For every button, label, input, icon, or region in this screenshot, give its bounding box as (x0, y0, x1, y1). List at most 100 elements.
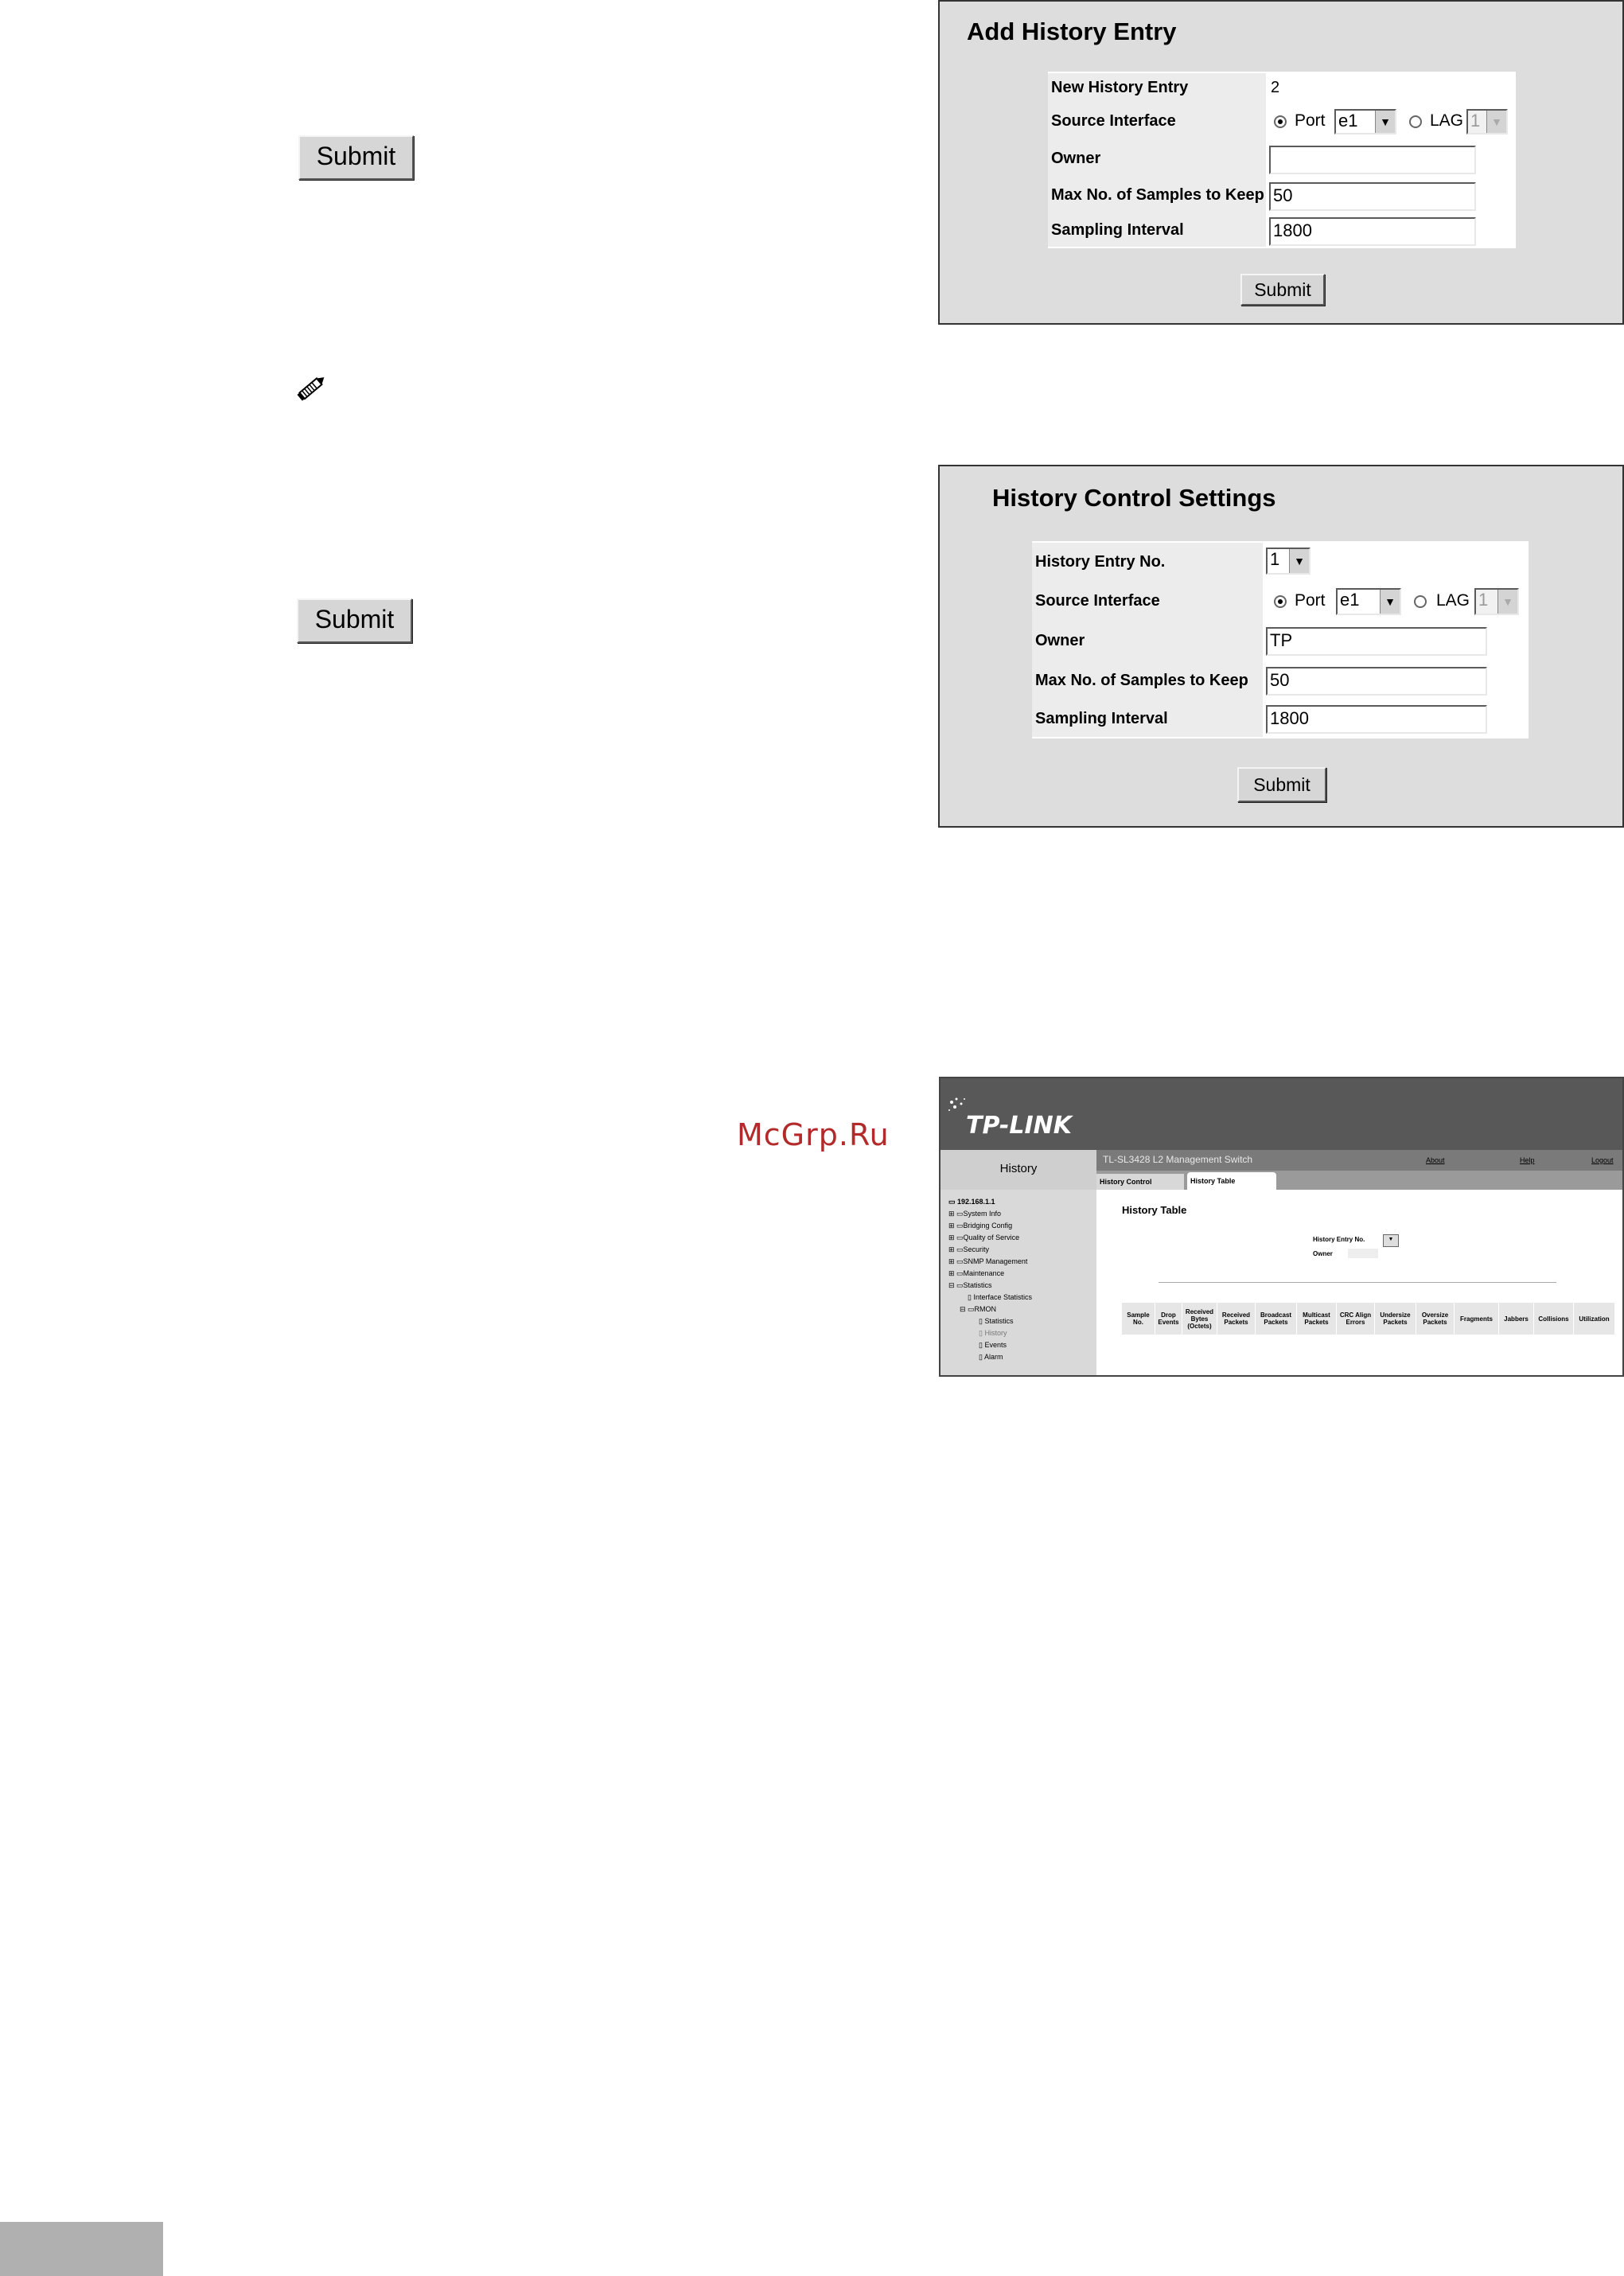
divider (1159, 1282, 1556, 1283)
pencil-note-icon (294, 370, 330, 406)
entry-no-select[interactable]: ▼ (1383, 1234, 1399, 1247)
submit-button-image[interactable]: Submit (298, 135, 414, 180)
column-header: Drop Events (1155, 1303, 1182, 1335)
form-row: New History Entry 2 (1048, 73, 1516, 102)
form-row: Owner TP (1032, 621, 1529, 661)
field-label: Max No. of Samples to Keep (1048, 177, 1266, 213)
panel-title: Add History Entry (967, 18, 1177, 45)
column-header: Sample No. (1122, 1303, 1155, 1335)
tree-item-rmon[interactable]: ⊟ ▭RMON (960, 1305, 996, 1314)
tree-root[interactable]: ▭ 192.168.1.1 (948, 1198, 995, 1206)
tree-item-history[interactable]: ▯ History (979, 1329, 1007, 1338)
column-header: Multicast Packets (1297, 1303, 1337, 1335)
tree-item-quality-of-service[interactable]: ⊞ ▭Quality of Service (948, 1233, 1019, 1242)
sidebar-title: History (999, 1162, 1038, 1175)
entry-no-select[interactable]: 1 ▼ (1266, 548, 1310, 575)
form-row: Source Interface Port e1 ▼ LAG 1 ▼ (1032, 581, 1529, 621)
submit-button[interactable]: Submit (1240, 274, 1325, 306)
chevron-down-icon: ▼ (1380, 590, 1400, 614)
column-header: Oversize Packets (1416, 1303, 1455, 1335)
field-label: Sampling Interval (1048, 213, 1266, 247)
device-title: TL-SL3428 L2 Management Switch (1103, 1154, 1253, 1165)
field-label: New History Entry (1048, 73, 1266, 102)
port-label: Port (1295, 111, 1326, 130)
field-label: Sampling Interval (1032, 700, 1263, 737)
about-link[interactable]: About (1426, 1156, 1445, 1164)
tplink-history-table-screenshot: TP-LINK History TL-SL3428 L2 Management … (939, 1077, 1624, 1377)
logout-link[interactable]: Logout (1591, 1156, 1614, 1164)
submit-button-image[interactable]: Submit (297, 598, 412, 643)
new-entry-value: 2 (1271, 78, 1280, 96)
tree-item-interface-statistics[interactable]: ▯ Interface Statistics (968, 1293, 1032, 1302)
column-header: Broadcast Packets (1256, 1303, 1297, 1335)
field-label: Max No. of Samples to Keep (1032, 661, 1263, 700)
tree-item-bridging-config[interactable]: ⊞ ▭Bridging Config (948, 1222, 1012, 1230)
tab-history-table[interactable]: History Table (1187, 1172, 1276, 1190)
form-row: Max No. of Samples to Keep 50 (1048, 177, 1516, 213)
chevron-down-icon: ▼ (1497, 590, 1517, 614)
tab-history-control[interactable]: History Control (1096, 1174, 1184, 1190)
page-title: History Table (1122, 1204, 1187, 1216)
owner-label: Owner (1313, 1250, 1333, 1257)
field-label: History Entry No. (1032, 543, 1263, 581)
column-header: Collisions (1534, 1303, 1574, 1335)
watermark: McGrp.Ru (737, 1117, 890, 1152)
submit-button[interactable]: Submit (1237, 767, 1326, 802)
history-control-settings-panel: History Control Settings History Entry N… (938, 465, 1624, 828)
owner-field[interactable]: TP (1266, 627, 1487, 656)
column-header: Fragments (1455, 1303, 1499, 1335)
column-header: Received Bytes (Octets) (1182, 1303, 1217, 1335)
form-row: Owner (1048, 140, 1516, 177)
port-radio[interactable] (1274, 595, 1287, 608)
history-entry-form: New History Entry 2 Source Interface Por… (1048, 72, 1516, 248)
tree-item-statistics[interactable]: ⊟ ▭Statistics (948, 1281, 992, 1290)
lag-label: LAG (1436, 591, 1470, 610)
form-row: Max No. of Samples to Keep 50 (1032, 661, 1529, 700)
field-label: Source Interface (1048, 102, 1266, 140)
field-label: Source Interface (1032, 581, 1263, 621)
add-history-entry-panel: Add History Entry New History Entry 2 So… (938, 0, 1624, 325)
port-select[interactable]: e1 ▼ (1334, 109, 1396, 134)
tree-item-alarm[interactable]: ▯ Alarm (979, 1353, 1003, 1362)
help-link[interactable]: Help (1520, 1156, 1535, 1164)
max-samples-field[interactable]: 50 (1269, 182, 1476, 211)
column-header: Received Packets (1217, 1303, 1256, 1335)
owner-value-cell (1348, 1249, 1378, 1258)
sampling-interval-field[interactable]: 1800 (1266, 705, 1487, 734)
column-header: CRC Align Errors (1337, 1303, 1375, 1335)
chevron-down-icon: ▼ (1375, 111, 1395, 133)
page-footer-tab (0, 2222, 163, 2276)
lag-label: LAG (1430, 111, 1464, 130)
form-row: Source Interface Port e1 ▼ LAG 1 ▼ (1048, 102, 1516, 140)
chevron-down-icon: ▼ (1486, 111, 1506, 133)
form-row: History Entry No. 1 ▼ (1032, 543, 1529, 581)
lag-radio[interactable] (1409, 115, 1422, 128)
field-label: Owner (1048, 140, 1266, 177)
lag-radio[interactable] (1414, 595, 1427, 608)
port-select[interactable]: e1 ▼ (1336, 588, 1401, 615)
tplink-logo: TP-LINK (966, 1112, 1073, 1140)
tree-item-rmon-statistics[interactable]: ▯ Statistics (979, 1317, 1013, 1326)
panel-title: History Control Settings (992, 484, 1276, 512)
field-label: Owner (1032, 621, 1263, 661)
column-header: Jabbers (1499, 1303, 1534, 1335)
tree-item-events[interactable]: ▯ Events (979, 1341, 1007, 1350)
form-row: Sampling Interval 1800 (1048, 213, 1516, 247)
max-samples-field[interactable]: 50 (1266, 667, 1487, 696)
owner-field[interactable] (1269, 146, 1476, 174)
entry-no-label: History Entry No. (1313, 1236, 1365, 1243)
history-control-form: History Entry No. 1 ▼ Source Interface P… (1032, 541, 1529, 739)
port-label: Port (1295, 591, 1326, 610)
tree-item-security[interactable]: ⊞ ▭Security (948, 1245, 989, 1254)
tree-item-snmp-management[interactable]: ⊞ ▭SNMP Management (948, 1257, 1027, 1266)
tree-item-system-info[interactable]: ⊞ ▭System Info (948, 1210, 1001, 1218)
sampling-interval-field[interactable]: 1800 (1269, 217, 1476, 246)
chevron-down-icon: ▼ (1289, 549, 1309, 573)
port-radio[interactable] (1274, 115, 1287, 128)
column-header: Undersize Packets (1375, 1303, 1416, 1335)
tree-item-maintenance[interactable]: ⊞ ▭Maintenance (948, 1269, 1004, 1278)
lag-select[interactable]: 1 ▼ (1474, 588, 1519, 615)
column-header: Utilization (1574, 1303, 1615, 1335)
lag-select[interactable]: 1 ▼ (1466, 109, 1508, 134)
form-row: Sampling Interval 1800 (1032, 700, 1529, 737)
